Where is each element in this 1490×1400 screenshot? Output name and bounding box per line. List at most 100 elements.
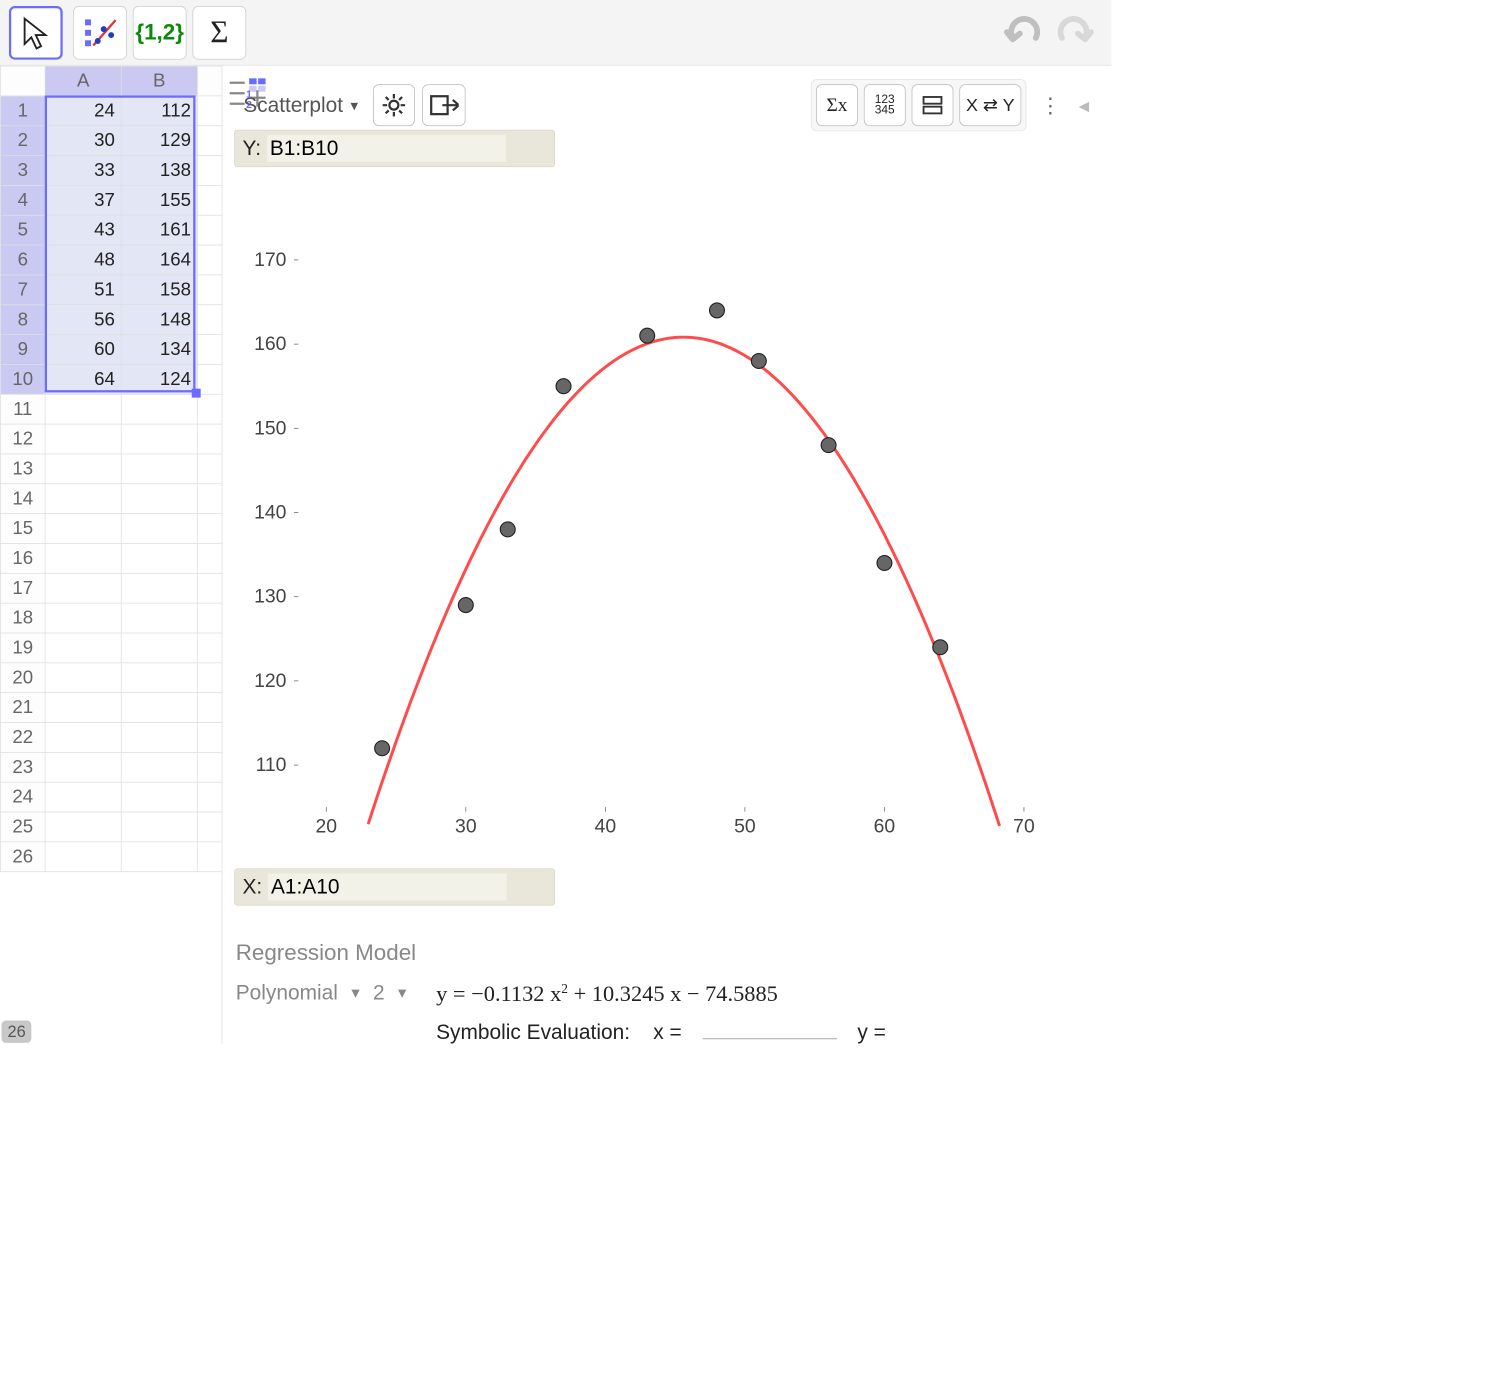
undo-button[interactable]: [1000, 10, 1046, 60]
cell-A10[interactable]: 64: [45, 364, 121, 394]
cell-A7[interactable]: 51: [45, 275, 121, 305]
cell-B3[interactable]: 138: [121, 156, 197, 186]
cell-B16[interactable]: [121, 543, 197, 573]
cell-A5[interactable]: 43: [45, 215, 121, 245]
cell-A18[interactable]: [45, 603, 121, 633]
panel-menu-button[interactable]: ⋮: [1034, 93, 1067, 118]
cell-A2[interactable]: 30: [45, 126, 121, 156]
row-header[interactable]: 17: [0, 573, 45, 603]
data-point[interactable]: [640, 328, 655, 343]
row-header[interactable]: 6: [0, 245, 45, 275]
spreadsheet-grid[interactable]: AB12411223012933313843715554316164816475…: [0, 66, 222, 1045]
cell-A22[interactable]: [45, 723, 121, 753]
cell-B8[interactable]: 148: [121, 305, 197, 335]
regression-model-select[interactable]: Polynomial: [236, 981, 338, 1005]
row-header[interactable]: 10: [0, 364, 45, 394]
cell-B15[interactable]: [121, 514, 197, 544]
row-header[interactable]: 15: [0, 514, 45, 544]
cell-B9[interactable]: 134: [121, 335, 197, 365]
cell-B6[interactable]: 164: [121, 245, 197, 275]
cell-B4[interactable]: 155: [121, 185, 197, 215]
cell-B20[interactable]: [121, 663, 197, 693]
column-header[interactable]: A: [45, 66, 121, 96]
chart-type-select[interactable]: Scatterplot ▾: [236, 89, 366, 122]
row-header[interactable]: 22: [0, 723, 45, 753]
cell-B2[interactable]: 129: [121, 126, 197, 156]
toggle-second-plot-button[interactable]: [912, 84, 954, 126]
cell-B17[interactable]: [121, 573, 197, 603]
show-data-button[interactable]: 123345: [864, 84, 906, 126]
column-header[interactable]: B: [121, 66, 197, 96]
cell-A9[interactable]: 60: [45, 335, 121, 365]
cell-A25[interactable]: [45, 812, 121, 842]
data-point[interactable]: [751, 354, 766, 369]
cell-A8[interactable]: 56: [45, 305, 121, 335]
row-header[interactable]: 16: [0, 543, 45, 573]
row-header[interactable]: 26: [0, 842, 45, 872]
cell-A11[interactable]: [45, 394, 121, 424]
row-header[interactable]: 25: [0, 812, 45, 842]
data-point[interactable]: [877, 556, 892, 571]
swap-xy-button[interactable]: X ⇄ Y: [959, 84, 1021, 126]
cell-A14[interactable]: [45, 484, 121, 514]
cell-A24[interactable]: [45, 782, 121, 812]
y-range-field[interactable]: [267, 135, 506, 162]
row-header[interactable]: 20: [0, 663, 45, 693]
row-header[interactable]: 18: [0, 603, 45, 633]
row-header[interactable]: 5: [0, 215, 45, 245]
row-header[interactable]: 8: [0, 305, 45, 335]
row-header[interactable]: 7: [0, 275, 45, 305]
row-header[interactable]: 11: [0, 394, 45, 424]
data-point[interactable]: [710, 303, 725, 318]
data-point[interactable]: [375, 741, 390, 756]
row-header[interactable]: 9: [0, 335, 45, 365]
data-point[interactable]: [458, 598, 473, 613]
row-header[interactable]: 12: [0, 424, 45, 454]
cell-A16[interactable]: [45, 543, 121, 573]
cell-A3[interactable]: 33: [45, 156, 121, 186]
cell-A15[interactable]: [45, 514, 121, 544]
cell-A21[interactable]: [45, 693, 121, 723]
row-header[interactable]: 24: [0, 782, 45, 812]
row-header[interactable]: 13: [0, 454, 45, 484]
cell-B10[interactable]: 124: [121, 364, 197, 394]
cell-B7[interactable]: 158: [121, 275, 197, 305]
row-header[interactable]: 19: [0, 633, 45, 663]
chart-settings-button[interactable]: [373, 84, 415, 126]
cell-A20[interactable]: [45, 663, 121, 693]
cell-A23[interactable]: [45, 752, 121, 782]
scatter-chart[interactable]: 110120130140150160170203040506070: [231, 136, 1081, 889]
cell-A19[interactable]: [45, 633, 121, 663]
cell-B21[interactable]: [121, 693, 197, 723]
data-point[interactable]: [556, 379, 571, 394]
show-statistics-button[interactable]: Σx: [816, 84, 858, 126]
cell-B24[interactable]: [121, 782, 197, 812]
export-chart-button[interactable]: [422, 84, 465, 126]
sum-tool[interactable]: Σ: [192, 6, 246, 60]
one-variable-analysis-tool[interactable]: [73, 6, 127, 60]
data-point[interactable]: [821, 438, 836, 453]
cell-B23[interactable]: [121, 752, 197, 782]
cell-B5[interactable]: 161: [121, 215, 197, 245]
cell-B1[interactable]: 112: [121, 96, 197, 126]
cell-A4[interactable]: 37: [45, 185, 121, 215]
x-range-input[interactable]: X:: [234, 868, 555, 905]
cell-A1[interactable]: 24: [45, 96, 121, 126]
x-range-field[interactable]: [268, 874, 507, 901]
sym-eval-x-input[interactable]: [702, 1023, 836, 1039]
y-range-input[interactable]: Y:: [234, 130, 555, 167]
cell-B22[interactable]: [121, 723, 197, 753]
cell-B13[interactable]: [121, 454, 197, 484]
row-header[interactable]: 4: [0, 185, 45, 215]
cell-B11[interactable]: [121, 394, 197, 424]
cell-B18[interactable]: [121, 603, 197, 633]
cell-A6[interactable]: 48: [45, 245, 121, 275]
cell-B14[interactable]: [121, 484, 197, 514]
collapse-panel-button[interactable]: ◂: [1074, 93, 1093, 118]
cell-A12[interactable]: [45, 424, 121, 454]
cell-B12[interactable]: [121, 424, 197, 454]
row-header[interactable]: 2: [0, 126, 45, 156]
data-point[interactable]: [500, 522, 515, 537]
cell-A17[interactable]: [45, 573, 121, 603]
redo-button[interactable]: [1052, 10, 1098, 60]
